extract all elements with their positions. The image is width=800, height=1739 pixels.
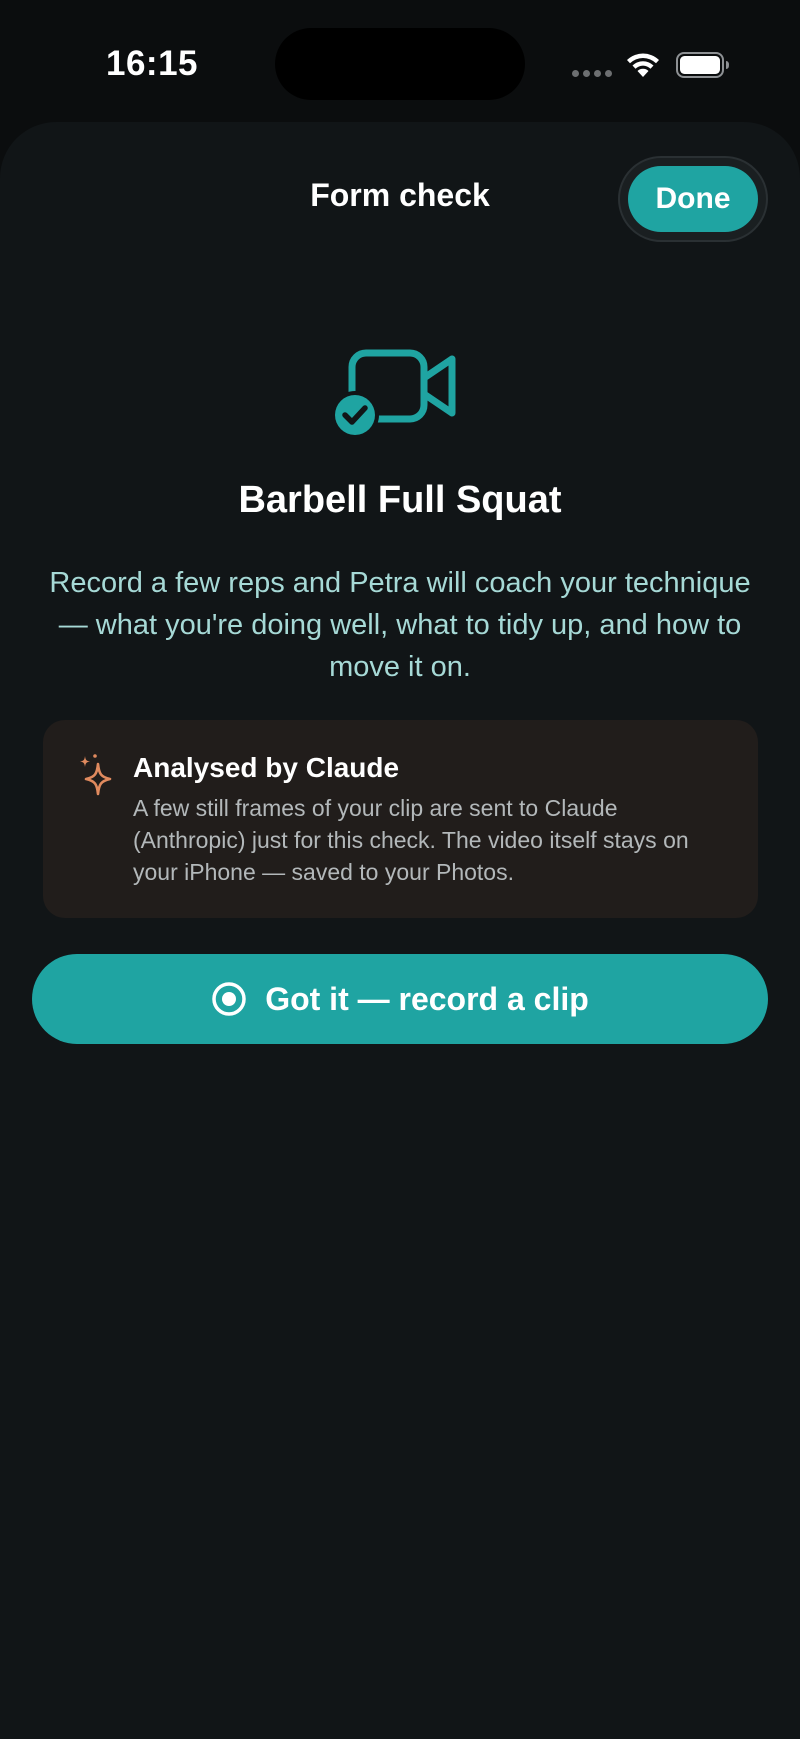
record-clip-button[interactable]: Got it — record a clip <box>32 954 768 1044</box>
video-camera-check-icon <box>331 349 456 439</box>
form-check-screen: 16:15 Form check Done Barbell Full Squat… <box>0 0 800 1739</box>
cellular-signal-icon <box>572 70 612 77</box>
analysis-info-card: Analysed by Claude A few still frames of… <box>43 720 758 918</box>
status-time: 16:15 <box>106 44 199 83</box>
wifi-icon <box>627 53 659 77</box>
info-card-body: A few still frames of your clip are sent… <box>133 795 689 885</box>
record-icon <box>212 982 246 1016</box>
done-button[interactable]: Done <box>628 166 758 232</box>
dynamic-island <box>275 28 525 100</box>
sparkle-icon <box>80 754 112 796</box>
record-clip-label: Got it — record a clip <box>265 980 589 1017</box>
exercise-title: Barbell Full Squat <box>238 479 562 521</box>
status-bar: 16:15 <box>0 0 800 125</box>
battery-icon <box>676 52 729 78</box>
form-check-sheet: Form check Done Barbell Full Squat Recor… <box>0 122 800 1739</box>
form-check-description: Record a few reps and Petra will coach y… <box>49 567 751 683</box>
done-button-container: Done <box>618 156 768 242</box>
info-card-title: Analysed by Claude <box>133 752 400 783</box>
